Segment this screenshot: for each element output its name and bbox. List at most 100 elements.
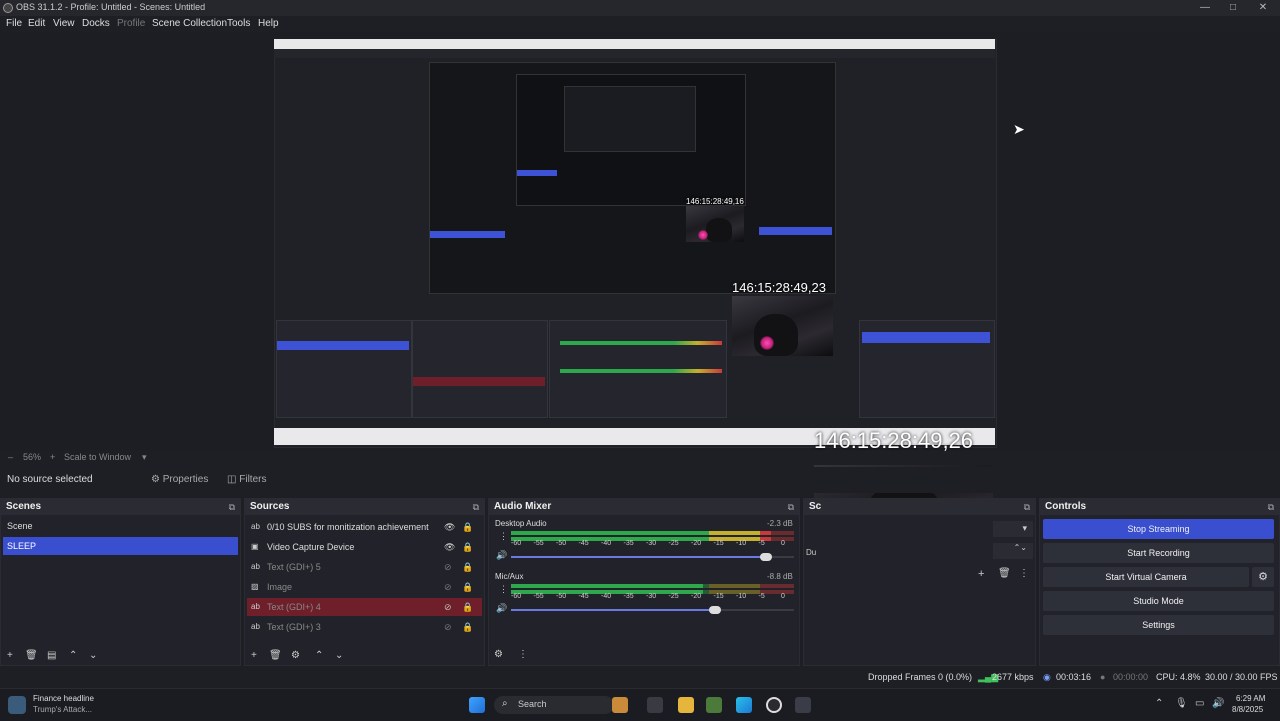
captured-menu-bar xyxy=(274,49,995,58)
volume-slider[interactable] xyxy=(511,553,794,561)
remove-scene-icon[interactable]: 🗑 xyxy=(25,650,38,661)
record-time: 00:00:00 xyxy=(1113,672,1149,682)
channel-menu-icon[interactable]: ⋮ xyxy=(499,531,508,542)
scale-to-window-button[interactable]: Scale to Window xyxy=(64,452,131,462)
app-taskbar-icon[interactable] xyxy=(795,697,811,713)
scene-item-sleep[interactable]: SLEEP xyxy=(3,537,238,555)
undock-icon[interactable]: ⧉ xyxy=(1024,499,1030,515)
menu-profile[interactable]: Profile xyxy=(117,18,145,29)
undock-icon[interactable]: ⧉ xyxy=(1268,499,1274,515)
menu-scene-collection[interactable]: Scene Collection xyxy=(152,18,227,29)
properties-button[interactable]: ⚙ Properties xyxy=(151,472,208,488)
source-label: Image xyxy=(267,582,293,592)
filters-button[interactable]: ◫ Filters xyxy=(227,472,266,488)
move-up-icon[interactable]: ⌃ xyxy=(69,650,77,661)
menu-tools[interactable]: Tools xyxy=(227,18,250,29)
news-title[interactable]: Finance headline xyxy=(33,694,94,703)
move-down-icon[interactable]: ⌄ xyxy=(335,650,343,661)
source-item[interactable]: ab Text (GDI+) 3 ⊘ 🔒 xyxy=(247,618,482,636)
lock-icon[interactable]: 🔒 xyxy=(462,598,473,616)
eye-hidden-icon[interactable]: ⊘ xyxy=(444,578,452,596)
windows-taskbar: Finance headline Trump's Attack... ⌕ Sea… xyxy=(0,688,1280,721)
source-item[interactable]: ab Text (GDI+) 4 ⊘ 🔒 xyxy=(247,598,482,616)
channel-menu-icon[interactable]: ⋮ xyxy=(499,584,508,595)
lock-icon[interactable]: 🔒 xyxy=(462,558,473,576)
add-transition-icon[interactable]: + xyxy=(978,568,984,580)
microphone-icon[interactable]: 🎙 xyxy=(1175,698,1188,709)
move-down-icon[interactable]: ⌄ xyxy=(89,650,97,661)
source-item[interactable]: ab 0/10 SUBS for monitization achievemen… xyxy=(247,518,482,536)
remove-transition-icon[interactable]: 🗑 xyxy=(998,568,1011,579)
zoom-dropdown-icon[interactable]: ▾ xyxy=(142,452,147,463)
transition-select[interactable]: ▾ xyxy=(993,521,1033,537)
scene-filters-icon[interactable]: ▤ xyxy=(47,650,56,661)
source-item[interactable]: ab Text (GDI+) 5 ⊘ 🔒 xyxy=(247,558,482,576)
eye-icon[interactable]: 👁 xyxy=(444,518,455,536)
network-icon[interactable]: ▭ xyxy=(1195,698,1204,709)
speaker-icon[interactable]: 🔊 xyxy=(496,550,507,561)
lock-icon[interactable]: 🔒 xyxy=(462,538,473,556)
captured-nested-selected-2 xyxy=(517,170,557,176)
captured-sources-dock xyxy=(412,320,548,418)
xbox-icon[interactable] xyxy=(706,697,722,713)
start-virtual-camera-button[interactable]: Start Virtual Camera xyxy=(1043,567,1249,587)
menu-file[interactable]: File xyxy=(6,18,22,29)
volume-slider[interactable] xyxy=(511,606,794,614)
zoom-out-button[interactable]: – xyxy=(8,452,13,462)
window-title: OBS 31.1.2 - Profile: Untitled - Scenes:… xyxy=(16,2,206,12)
news-widget-icon[interactable] xyxy=(8,696,26,714)
scene-item-scene[interactable]: Scene xyxy=(3,517,238,535)
lock-icon[interactable]: 🔒 xyxy=(462,518,473,536)
stop-streaming-button[interactable]: Stop Streaming xyxy=(1043,519,1274,539)
search-label: Search xyxy=(518,699,547,709)
volume-icon[interactable]: 🔊 xyxy=(1212,698,1224,709)
add-scene-icon[interactable]: + xyxy=(7,650,13,661)
clock-date[interactable]: 8/8/2025 xyxy=(1232,705,1263,714)
duration-spinbox[interactable]: ⌃⌄ xyxy=(993,543,1033,559)
source-properties-gear-icon[interactable]: ⚙ xyxy=(291,650,300,661)
close-button[interactable]: ✕ xyxy=(1248,0,1278,16)
eye-hidden-icon[interactable]: ⊘ xyxy=(444,598,452,616)
menu-docks[interactable]: Docks xyxy=(82,18,110,29)
menu-edit[interactable]: Edit xyxy=(28,18,45,29)
obs-taskbar-icon[interactable] xyxy=(766,697,782,713)
clock-time[interactable]: 6:29 AM xyxy=(1236,694,1265,703)
volume-meter-bar xyxy=(511,531,794,535)
virtual-camera-settings-gear-icon[interactable]: ⚙ xyxy=(1252,567,1274,587)
chevron-down-icon: ▾ xyxy=(1022,523,1027,533)
advanced-audio-gear-icon[interactable]: ⚙ xyxy=(494,649,503,660)
mixer-menu-icon[interactable]: ⋮ xyxy=(518,649,528,660)
zoom-in-button[interactable]: + xyxy=(50,452,55,462)
eye-hidden-icon[interactable]: ⊘ xyxy=(444,558,452,576)
webcam-overlay-medium xyxy=(732,296,833,356)
transition-menu-icon[interactable]: ⋮ xyxy=(1019,568,1029,579)
studio-mode-button[interactable]: Studio Mode xyxy=(1043,591,1274,611)
menu-help[interactable]: Help xyxy=(258,18,279,29)
file-explorer-icon[interactable] xyxy=(678,697,694,713)
source-item[interactable]: ▣ Video Capture Device 👁 🔒 xyxy=(247,538,482,556)
undock-icon[interactable]: ⧉ xyxy=(229,499,235,515)
no-source-label: No source selected xyxy=(7,474,93,485)
add-source-icon[interactable]: + xyxy=(251,650,257,661)
eye-hidden-icon[interactable]: ⊘ xyxy=(444,618,452,636)
settings-button[interactable]: Settings xyxy=(1043,615,1274,635)
undock-icon[interactable]: ⧉ xyxy=(473,499,479,515)
remove-source-icon[interactable]: 🗑 xyxy=(269,650,282,661)
undock-icon[interactable]: ⧉ xyxy=(788,499,794,515)
lock-icon[interactable]: 🔒 xyxy=(462,618,473,636)
edge-browser-icon[interactable] xyxy=(736,697,752,713)
task-view-icon[interactable] xyxy=(647,697,663,713)
maximize-button[interactable]: □ xyxy=(1218,0,1248,16)
minimize-button[interactable]: — xyxy=(1190,0,1220,16)
move-up-icon[interactable]: ⌃ xyxy=(315,650,323,661)
menu-view[interactable]: View xyxy=(53,18,75,29)
lock-icon[interactable]: 🔒 xyxy=(462,578,473,596)
taskbar-search-box[interactable]: ⌕ Search xyxy=(494,696,614,714)
windows-start-icon[interactable] xyxy=(469,697,485,713)
start-recording-button[interactable]: Start Recording xyxy=(1043,543,1274,563)
eye-icon[interactable]: 👁 xyxy=(444,538,455,556)
tray-chevron-up-icon[interactable]: ⌃ xyxy=(1155,698,1163,709)
speaker-icon[interactable]: 🔊 xyxy=(496,603,507,614)
source-item[interactable]: ▨ Image ⊘ 🔒 xyxy=(247,578,482,596)
news-subtitle[interactable]: Trump's Attack... xyxy=(33,705,92,714)
